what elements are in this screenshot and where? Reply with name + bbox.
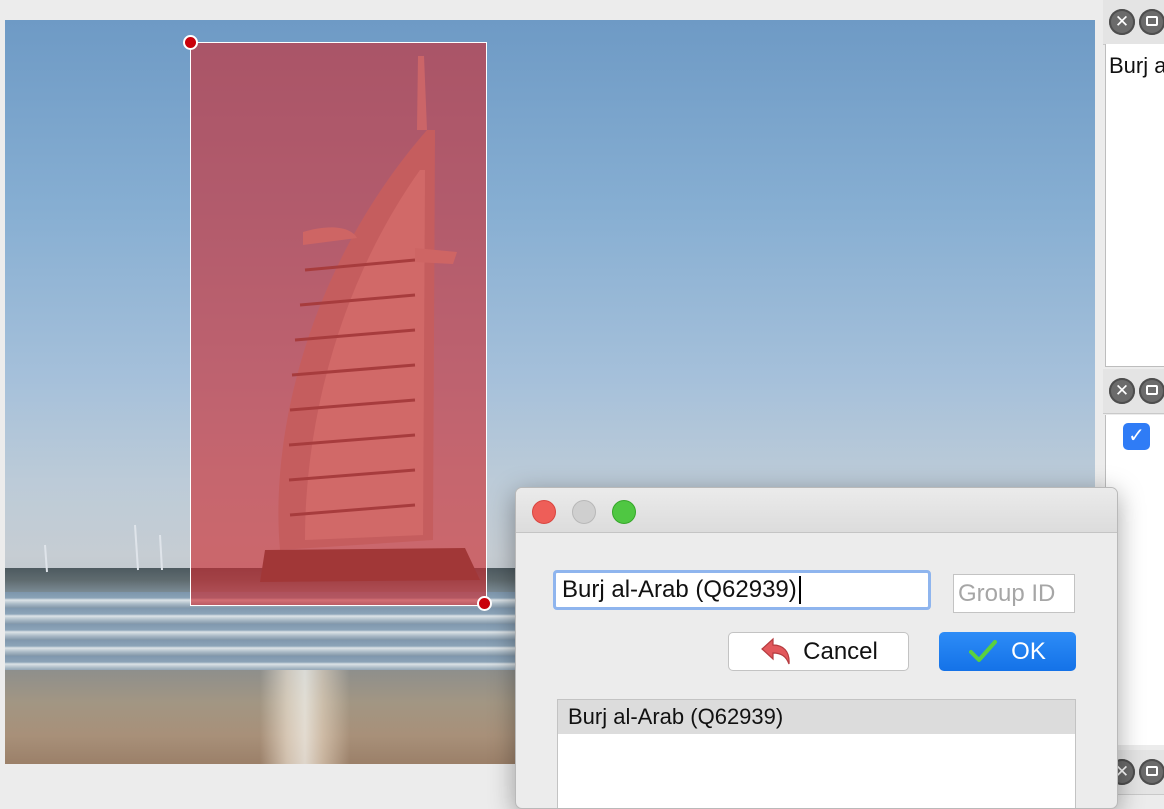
text-caret [798, 576, 801, 604]
group-id-input[interactable]: Group ID [953, 574, 1075, 613]
float-window-icon[interactable] [1139, 9, 1164, 35]
cancel-button-label: Cancel [803, 637, 878, 665]
selection-handle-bottom-right[interactable] [477, 596, 492, 611]
undo-arrow-icon [761, 637, 790, 664]
cancel-button[interactable]: Cancel [728, 632, 909, 671]
green-check-icon [969, 639, 998, 662]
window-close-button[interactable] [532, 500, 556, 524]
float-window-icon[interactable] [1139, 759, 1164, 785]
checkmark-icon[interactable]: ✓ [1123, 423, 1150, 450]
list-item[interactable]: Burj al-Arab (Q62939) [558, 700, 1075, 734]
float-window-icon[interactable] [1139, 378, 1164, 404]
label-dialog: Burj al-Arab (Q62939) Group ID Cancel OK… [515, 487, 1118, 809]
window-zoom-button[interactable] [612, 500, 636, 524]
label-suggestion-list: Burj al-Arab (Q62939) [557, 699, 1076, 808]
selection-rectangle[interactable] [190, 42, 487, 606]
close-icon[interactable]: ✕ [1109, 378, 1135, 404]
panel-header-labels: ✕ [1103, 0, 1164, 45]
ok-button[interactable]: OK [939, 632, 1076, 671]
selection-handle-top-left[interactable] [183, 35, 198, 50]
label-list-item[interactable]: Burj a [1109, 53, 1164, 79]
dialog-titlebar[interactable] [516, 488, 1117, 533]
labels-panel: Burj a [1105, 44, 1164, 367]
panel-header-visibility: ✕ [1103, 369, 1164, 414]
close-icon[interactable]: ✕ [1109, 9, 1135, 35]
ok-button-label: OK [1011, 637, 1046, 665]
label-name-value: Burj al-Arab (Q62939) [562, 576, 797, 603]
window-minimize-button[interactable] [572, 500, 596, 524]
label-name-input[interactable]: Burj al-Arab (Q62939) [553, 570, 931, 610]
